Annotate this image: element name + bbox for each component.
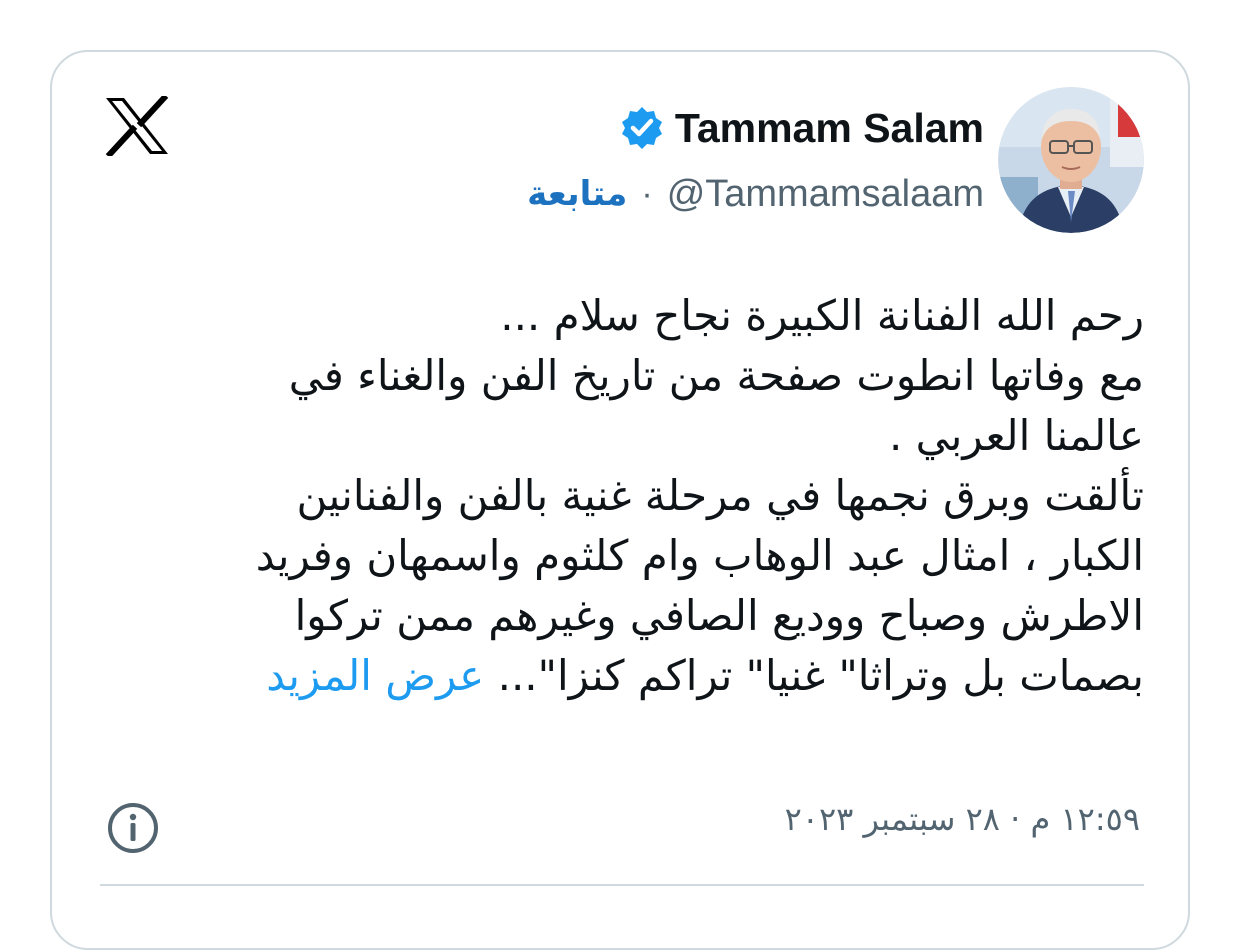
divider	[100, 884, 1144, 886]
tweet-line: عالمنا العربي .	[888, 411, 1144, 460]
show-more-link[interactable]: عرض المزيد	[266, 651, 484, 700]
tweet-line: الكبار ، امثال عبد الوهاب وام كلثوم واسم…	[255, 531, 1144, 580]
tweet-last-line: بصمات بل وتراثا" غنيا" تراكم كنزا"... عر…	[104, 646, 1144, 706]
author-handle-row: متابعة · @Tammamsalaam	[527, 168, 984, 220]
author-display-name[interactable]: Tammam Salam	[675, 105, 984, 152]
tweet-line: بصمات بل وتراثا" غنيا" تراكم كنزا"...	[497, 651, 1144, 700]
tweet-timestamp[interactable]: ١٢:٥٩ م · ٢٨ سبتمبر ٢٠٢٣	[785, 800, 1140, 838]
info-icon[interactable]	[106, 801, 160, 855]
avatar[interactable]	[998, 87, 1144, 233]
tweet-line: الاطرش وصباح ووديع الصافي وغيرهم ممن ترك…	[294, 591, 1144, 640]
tweet-line: مع وفاتها انطوت صفحة من تاريخ الفن والغن…	[288, 351, 1144, 400]
verified-badge-icon	[621, 107, 662, 149]
tweet-text: رحم الله الفنانة الكبيرة نجاح سلام ... م…	[104, 286, 1144, 706]
separator-dot: ·	[641, 174, 653, 213]
author-handle[interactable]: @Tammamsalaam	[667, 173, 984, 216]
tweet-line: تألقت وبرق نجمها في مرحلة غنية بالفن وال…	[296, 471, 1144, 520]
follow-button[interactable]: متابعة	[527, 174, 627, 214]
author-name-row: Tammam Salam	[619, 100, 984, 156]
x-logo-icon[interactable]	[104, 96, 170, 156]
tweet-line: رحم الله الفنانة الكبيرة نجاح سلام ...	[500, 291, 1144, 340]
